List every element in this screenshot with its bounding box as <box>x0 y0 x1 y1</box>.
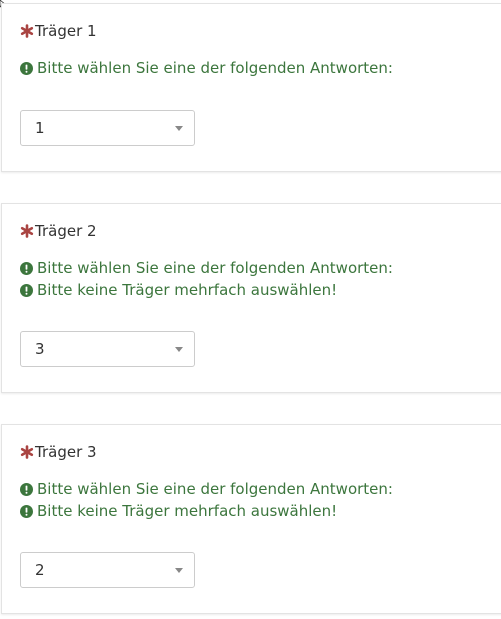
question-title-text: Träger 1 <box>35 22 97 40</box>
asterisk-icon <box>20 224 34 238</box>
survey-page: Träger 1 Bitte wählen Sie eine der folge… <box>0 0 501 619</box>
exclamation-circle-icon <box>20 61 33 75</box>
exclamation-circle-icon <box>20 261 33 275</box>
tip-text: Bitte wählen Sie eine der folgenden Antw… <box>37 259 393 277</box>
answer-dropdown[interactable]: 2 <box>20 552 195 588</box>
question-title: Träger 1 <box>20 21 97 41</box>
caret-down-icon <box>175 126 183 131</box>
asterisk-icon <box>20 445 34 459</box>
tip-text: Bitte keine Träger mehrfach auswählen! <box>37 502 338 520</box>
tip-choose-answer: Bitte wählen Sie eine der folgenden Antw… <box>20 258 393 278</box>
tip-choose-answer: Bitte wählen Sie eine der folgenden Antw… <box>20 479 393 499</box>
dropdown-selected-value: 2 <box>35 561 45 579</box>
caret-down-icon <box>175 568 183 573</box>
question-title: Träger 3 <box>20 442 97 462</box>
asterisk-icon <box>20 24 34 38</box>
caret-down-icon <box>175 347 183 352</box>
question-title-text: Träger 2 <box>35 222 97 240</box>
question-card-1: Träger 1 Bitte wählen Sie eine der folge… <box>1 3 501 172</box>
exclamation-circle-icon <box>20 482 33 496</box>
question-title-text: Träger 3 <box>35 443 97 461</box>
tip-text: Bitte keine Träger mehrfach auswählen! <box>37 281 338 299</box>
dropdown-selected-value: 1 <box>35 119 45 137</box>
tip-no-duplicates: Bitte keine Träger mehrfach auswählen! <box>20 501 337 521</box>
dropdown-selected-value: 3 <box>35 340 45 358</box>
answer-dropdown[interactable]: 3 <box>20 331 195 367</box>
question-title: Träger 2 <box>20 221 97 241</box>
tip-text: Bitte wählen Sie eine der folgenden Antw… <box>37 59 393 77</box>
tip-no-duplicates: Bitte keine Träger mehrfach auswählen! <box>20 280 337 300</box>
exclamation-circle-icon <box>20 504 33 518</box>
tip-text: Bitte wählen Sie eine der folgenden Antw… <box>37 480 393 498</box>
question-card-3: Träger 3 Bitte wählen Sie eine der folge… <box>1 424 501 614</box>
answer-dropdown[interactable]: 1 <box>20 110 195 146</box>
tip-choose-answer: Bitte wählen Sie eine der folgenden Antw… <box>20 58 393 78</box>
question-card-2: Träger 2 Bitte wählen Sie eine der folge… <box>1 203 501 393</box>
exclamation-circle-icon <box>20 283 33 297</box>
